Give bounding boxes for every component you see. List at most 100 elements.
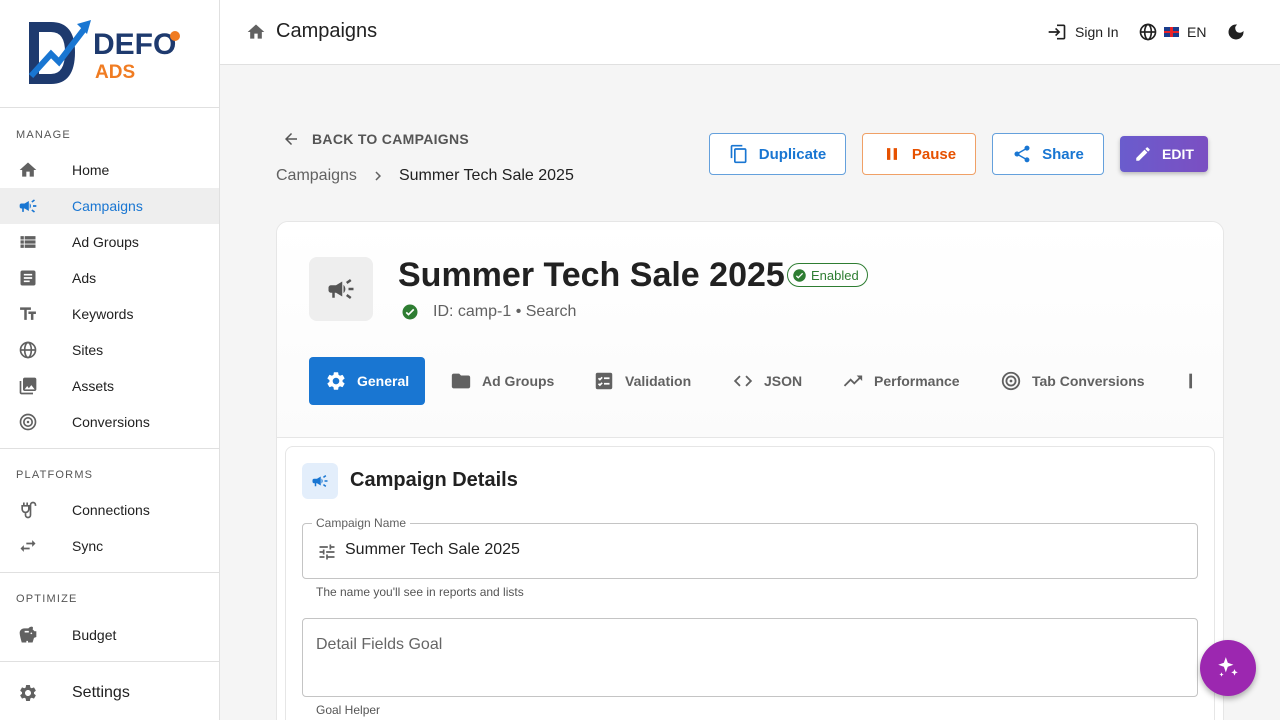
sidebar-item-campaigns[interactable]: Campaigns [0,188,219,224]
tab-label: Tab Conversions [1032,373,1145,389]
section-label-optimize: OPTIMIZE [16,593,78,605]
sidebar-item-sites[interactable]: Sites [0,332,219,368]
sidebar-item-assets[interactable]: Assets [0,368,219,404]
goal-helper-text: Goal Helper [316,703,381,717]
globe-icon [1139,23,1157,41]
sidebar-item-label: Ad Groups [72,234,139,250]
sidebar-item-settings[interactable]: Settings [0,675,219,711]
sidebar-item-sync[interactable]: Sync [0,528,219,564]
campaign-title: Summer Tech Sale 2025 [398,256,785,294]
back-label: BACK TO CAMPAIGNS [312,131,470,147]
campaign-meta: ID: camp-1 • Search [401,303,576,321]
goal-field[interactable]: Detail Fields Goal [302,618,1198,697]
sidebar-item-label: Conversions [72,414,150,430]
campaign-card: Summer Tech Sale 2025 Enabled ID: camp-1… [276,221,1224,720]
moon-icon [1228,24,1244,40]
back-to-campaigns-link[interactable]: BACK TO CAMPAIGNS [282,130,469,148]
chevron-right-icon [375,171,381,181]
status-label: Enabled [811,267,859,283]
tab-performance[interactable]: Performance [842,357,960,405]
page-title: Campaigns [276,20,378,42]
tab-conversions[interactable]: Tab Conversions [1000,357,1145,405]
sidebar-item-keywords[interactable]: Keywords [0,296,219,332]
sparkle-icon [1218,657,1238,677]
share-button[interactable]: Share [992,133,1104,175]
tab-json[interactable]: JSON [732,357,802,405]
sign-in-button[interactable]: Sign In [1047,22,1119,42]
gear-icon [327,372,345,390]
edit-button[interactable]: EDIT [1120,136,1208,172]
copy-icon [730,144,747,164]
tab-label: Ad Groups [482,373,555,389]
defo-ads-logo-icon: DEFO ADS [28,19,180,84]
pause-label: Pause [911,145,957,163]
section-label-manage: MANAGE [16,129,71,141]
sidebar-item-label: Budget [72,627,117,643]
svg-text:ADS: ADS [95,62,135,83]
pause-icon [886,148,897,160]
text-fields-icon [18,304,38,324]
sidebar-item-ad-groups[interactable]: Ad Groups [0,224,219,260]
dark-mode-toggle[interactable] [1226,22,1246,42]
home-icon[interactable] [246,22,266,42]
section-title: Campaign Details [350,469,518,491]
duplicate-button[interactable]: Duplicate [709,133,846,175]
pause-button[interactable]: Pause [862,133,976,175]
home-icon [18,160,38,180]
sync-arrows-icon [18,536,38,556]
arrow-back-icon [285,133,297,145]
tab-label: Validation [625,373,692,389]
target-icon [1001,371,1021,391]
partial-tab-icon [1189,373,1193,389]
login-icon [1048,24,1066,40]
article-icon [18,268,38,288]
gear-icon [18,683,38,703]
folder-icon [451,373,471,389]
breadcrumb: Campaigns Summer Tech Sale 2025 [276,167,574,185]
ai-assistant-button[interactable] [1200,640,1256,696]
tab-label: General [357,373,410,389]
tab-validation[interactable]: Validation [593,357,691,405]
code-icon [733,375,753,387]
target-icon [18,412,38,432]
language-selector[interactable]: EN [1138,22,1206,42]
field-helper-text: The name you'll see in reports and lists [316,585,524,599]
sidebar-item-label: Sync [72,538,104,554]
edit-label: EDIT [1162,146,1194,162]
pencil-icon [1136,147,1150,161]
details-avatar [302,463,338,499]
megaphone-icon [328,279,354,299]
tab-overflow[interactable] [1187,357,1193,405]
breadcrumb-campaigns[interactable]: Campaigns [276,167,357,185]
plug-icon [18,500,38,520]
tab-label: Performance [874,373,960,389]
sidebar-item-budget[interactable]: Budget [0,617,219,653]
duplicate-label: Duplicate [758,145,827,163]
checklist-icon [595,372,613,390]
campaign-tabs: General Ad Groups Validation JSON Perfor… [309,357,1193,405]
sidebar-item-home[interactable]: Home [0,152,219,188]
trending-up-icon [843,375,863,387]
brand-logo[interactable]: DEFO ADS [0,0,219,108]
sidebar-item-label: Keywords [72,306,134,322]
share-label: Share [1042,145,1084,163]
svg-text:DEFO: DEFO [93,28,176,61]
sidebar-item-label: Campaigns [72,198,143,214]
campaign-avatar [309,257,373,321]
goal-placeholder: Detail Fields Goal [316,636,443,653]
tab-general[interactable]: General [309,357,426,405]
sidebar-item-label: Home [72,162,110,178]
sidebar-item-ads[interactable]: Ads [0,260,219,296]
campaign-name-input[interactable] [345,541,1165,559]
campaign-name-field[interactable]: Campaign Name [302,516,1198,579]
sidebar-item-label: Sites [72,342,104,358]
sidebar-item-connections[interactable]: Connections [0,492,219,528]
top-app-bar: Campaigns Sign In EN [220,0,1280,65]
sign-in-label: Sign In [1075,24,1119,40]
field-label: Campaign Name [312,516,411,530]
sidebar-item-conversions[interactable]: Conversions [0,404,219,440]
tab-ad-groups[interactable]: Ad Groups [450,357,554,405]
image-icon [18,376,38,396]
sidebar: DEFO ADS MANAGE Home Campaigns Ad Groups… [0,0,220,720]
language-code: EN [1187,24,1207,40]
